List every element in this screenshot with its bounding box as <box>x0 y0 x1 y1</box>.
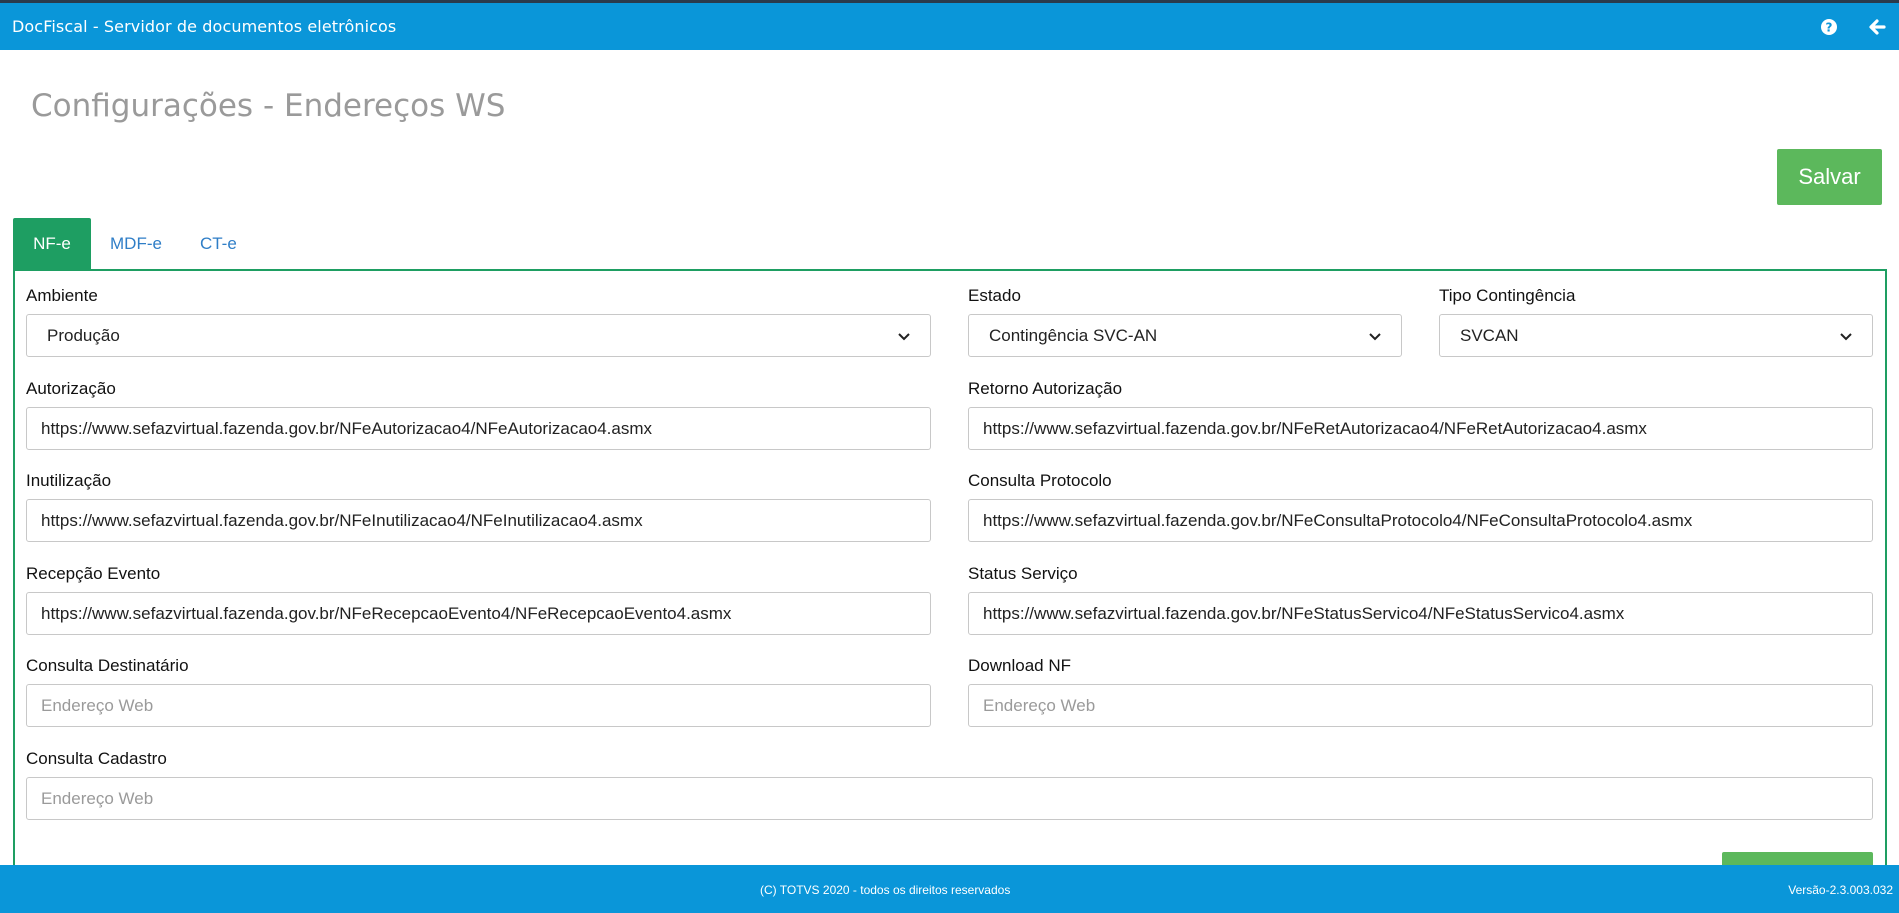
chevron-down-icon <box>1840 326 1852 346</box>
estado-select[interactable]: Contingência SVC-AN <box>968 314 1402 357</box>
app-header: DocFiscal - Servidor de documentos eletr… <box>0 3 1899 50</box>
inutilizacao-label: Inutilização <box>26 471 112 490</box>
footer-copyright: (C) TOTVS 2020 - todos os direitos reser… <box>760 883 1011 897</box>
chevron-down-icon <box>1369 326 1381 346</box>
tab-mdfe[interactable]: MDF-e <box>91 218 181 270</box>
consulta-protocolo-input[interactable]: https://www.sefazvirtual.fazenda.gov.br/… <box>968 499 1873 542</box>
tab-cte[interactable]: CT-e <box>181 218 256 270</box>
recepcao-evento-label: Recepção Evento <box>26 564 161 583</box>
ambiente-label: Ambiente <box>26 286 98 305</box>
chevron-down-icon <box>898 326 910 346</box>
consulta-destinatario-label: Consulta Destinatário <box>26 656 189 675</box>
arrow-left-icon[interactable] <box>1868 18 1886 36</box>
ambiente-select[interactable]: Produção <box>26 314 931 357</box>
app-title: DocFiscal - Servidor de documentos eletr… <box>12 17 397 36</box>
tipo-contingencia-value: SVCAN <box>1460 325 1519 345</box>
tab-bar: NF-e MDF-e CT-e <box>13 218 256 270</box>
page-title: Configurações - Endereços WS <box>31 88 506 124</box>
status-servico-input[interactable]: https://www.sefazvirtual.fazenda.gov.br/… <box>968 592 1873 635</box>
estado-label: Estado <box>968 286 1021 305</box>
app-footer: (C) TOTVS 2020 - todos os direitos reser… <box>0 865 1899 913</box>
footer-version: Versão-2.3.003.032 <box>1788 883 1893 897</box>
consulta-cadastro-input[interactable]: Endereço Web <box>26 777 1873 820</box>
download-nf-input[interactable]: Endereço Web <box>968 684 1873 727</box>
estado-value: Contingência SVC-AN <box>989 325 1158 345</box>
consulta-cadastro-label: Consulta Cadastro <box>26 749 167 768</box>
retorno-autorizacao-label: Retorno Autorização <box>968 379 1123 398</box>
partially-hidden-button[interactable] <box>1722 852 1873 866</box>
autorizacao-label: Autorização <box>26 379 116 398</box>
inutilizacao-input[interactable]: https://www.sefazvirtual.fazenda.gov.br/… <box>26 499 931 542</box>
consulta-destinatario-input[interactable]: Endereço Web <box>26 684 931 727</box>
svg-text:?: ? <box>1826 20 1833 34</box>
tab-nfe[interactable]: NF-e <box>13 218 91 270</box>
header-icons: ? <box>1820 18 1886 36</box>
ambiente-value: Produção <box>47 325 120 345</box>
tipo-contingencia-select[interactable]: SVCAN <box>1439 314 1873 357</box>
save-button[interactable]: Salvar <box>1777 149 1882 205</box>
autorizacao-input[interactable]: https://www.sefazvirtual.fazenda.gov.br/… <box>26 407 931 450</box>
help-circle-icon[interactable]: ? <box>1820 18 1838 36</box>
status-servico-label: Status Serviço <box>968 564 1078 583</box>
retorno-autorizacao-input[interactable]: https://www.sefazvirtual.fazenda.gov.br/… <box>968 407 1873 450</box>
consulta-protocolo-label: Consulta Protocolo <box>968 471 1112 490</box>
recepcao-evento-input[interactable]: https://www.sefazvirtual.fazenda.gov.br/… <box>26 592 931 635</box>
download-nf-label: Download NF <box>968 656 1071 675</box>
tipo-contingencia-label: Tipo Contingência <box>1439 286 1576 305</box>
